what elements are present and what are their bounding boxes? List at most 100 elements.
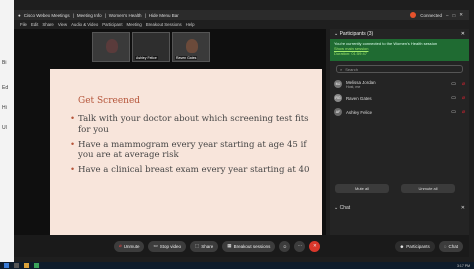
taskbar-app-icon[interactable] (34, 263, 39, 268)
participant-name: Ashley Felice (346, 109, 373, 115)
participant-name: Melissa Jordan (346, 79, 376, 85)
participant-info: Melissa Jordan Host, me (346, 80, 376, 89)
taskbar-app-icon[interactable] (24, 263, 29, 268)
menu-edit[interactable]: Edit (31, 22, 38, 27)
participants-title: Participants (3) (339, 31, 374, 37)
video-tile[interactable] (92, 32, 130, 62)
search-placeholder: Search (345, 66, 358, 72)
chat-header[interactable]: ⌄ Chat ✕ (330, 203, 469, 213)
reactions-button[interactable]: ☺ (279, 240, 291, 252)
close-icon: ✕ (312, 243, 317, 248)
more-icon: ⋯ (297, 243, 303, 248)
session-duration: Duration: 01:59:47 (334, 51, 367, 56)
video-icon: ▭ (153, 243, 158, 248)
more-options-button[interactable]: ⋯ (294, 240, 306, 252)
avatar: AF (334, 108, 342, 116)
video-tile[interactable]: Ashley Felice (132, 32, 170, 62)
hide-menu-bar-tab[interactable]: Hide Menu Bar (149, 13, 179, 18)
share-icon: ⬚ (195, 243, 200, 248)
participant-name: Raven Gates (346, 95, 372, 101)
slide-bullet: Have a clinical breast exam every year s… (70, 165, 316, 176)
slide-bullet: Talk with your doctor about which screen… (70, 114, 316, 136)
maximize-icon[interactable]: □ (453, 13, 456, 18)
participant-row[interactable]: RG Raven Gates ▭ ⌀ (330, 91, 469, 105)
menu-help[interactable]: Help (186, 22, 195, 27)
participants-label: Participants (406, 243, 430, 249)
avatar: MJ (334, 80, 342, 88)
search-icon: ⌕ (340, 66, 343, 72)
leave-meeting-button[interactable]: ✕ (309, 240, 321, 252)
people-icon: ☻ (399, 243, 405, 249)
start-icon[interactable] (4, 263, 9, 268)
minimize-icon[interactable]: – (446, 13, 449, 18)
chat-title: Chat (339, 205, 351, 211)
menu-file[interactable]: File (20, 22, 27, 27)
camera-icon[interactable]: ▭ (451, 109, 456, 115)
background-letter: Ed (2, 85, 9, 91)
mute-all-button[interactable]: Mute all (335, 184, 389, 193)
share-label: Share (201, 243, 214, 249)
background-letter: Hi (2, 105, 7, 111)
os-taskbar: 3:17 PM (0, 262, 474, 269)
video-name: Raven Gates (175, 56, 198, 60)
background-letter: Bi (2, 60, 7, 66)
mic-muted-icon[interactable]: ⌀ (462, 81, 465, 87)
close-icon[interactable]: ✕ (461, 31, 465, 37)
mic-muted-icon[interactable]: ⌀ (462, 109, 465, 115)
unmute-label: Unmute (123, 243, 140, 249)
participant-row[interactable]: MJ Melissa Jordan Host, me ▭ ⌀ (330, 77, 469, 91)
title-tab[interactable]: Cisco Webex Meetings (24, 13, 70, 18)
taskbar-clock: 3:17 PM (456, 263, 470, 268)
unmute-all-button[interactable]: Unmute all (401, 184, 455, 193)
participants-toggle-button[interactable]: ☻ Participants (394, 240, 435, 252)
participant-role: Host, me (346, 84, 361, 89)
slide-title: Get Screened (78, 96, 141, 106)
breakout-sessions-button[interactable]: ▦ Breakout sessions (222, 240, 276, 252)
menu-bar: File Edit Share View Audio & Video Parti… (14, 20, 469, 29)
session-tab[interactable]: Women's Health (109, 13, 142, 18)
video-name: Ashley Felice (135, 56, 158, 60)
title-bar: ● Cisco Webex Meetings | Meeting Info | … (14, 10, 469, 20)
menu-view[interactable]: View (58, 22, 67, 27)
chat-label: Chat (448, 243, 458, 249)
camera-icon[interactable]: ▭ (451, 81, 456, 87)
smiley-icon: ☺ (282, 243, 288, 249)
taskbar-app-icon[interactable] (14, 263, 19, 268)
menu-audio-video[interactable]: Audio & Video (71, 22, 98, 27)
participant-video (106, 39, 118, 53)
unmute-button[interactable]: ⌀ Unmute (114, 240, 145, 252)
connection-status[interactable]: Connected (420, 13, 442, 18)
close-icon[interactable]: ✕ (459, 12, 463, 18)
participant-row[interactable]: AF Ashley Felice ▭ ⌀ (330, 105, 469, 119)
camera-icon[interactable]: ▭ (451, 95, 456, 101)
meeting-toolbar: ⌀ Unmute ▭ Stop video ⬚ Share ▦ Breakout… (14, 235, 469, 257)
shared-slide: Get Screened Talk with your doctor about… (50, 69, 322, 239)
slide-bullet: Have a mammogram every year starting at … (70, 140, 316, 162)
slide-bullets: Talk with your doctor about which screen… (70, 114, 316, 180)
background-letter: Ul (2, 125, 7, 131)
close-icon[interactable]: ✕ (461, 205, 465, 211)
breakout-label: Breakout sessions (233, 243, 271, 249)
mic-muted-icon: ⌀ (119, 243, 122, 248)
menu-participant[interactable]: Participant (102, 22, 122, 27)
breakout-notice: You're currently connected to the Women'… (330, 39, 469, 61)
meeting-info-tab[interactable]: Meeting Info (77, 13, 102, 18)
participant-actions: Mute all Unmute all (335, 184, 455, 193)
share-button[interactable]: ⬚ Share (190, 240, 219, 252)
video-tile[interactable]: Raven Gates (172, 32, 210, 62)
stop-video-button[interactable]: ▭ Stop video (148, 240, 187, 252)
stop-video-label: Stop video (159, 243, 182, 249)
mic-muted-icon[interactable]: ⌀ (462, 95, 465, 101)
participants-panel: ⌄ Participants (3) ✕ You're currently co… (330, 29, 469, 253)
menu-meeting[interactable]: Meeting (127, 22, 142, 27)
participant-search[interactable]: ⌕ Search (336, 65, 463, 73)
connection-status-icon (410, 12, 417, 18)
chat-icon: ◌ (443, 243, 447, 249)
menu-breakout[interactable]: Breakout Sessions (146, 22, 182, 27)
meeting-stage: Ashley Felice Raven Gates Get Screened T… (14, 29, 326, 239)
menu-share[interactable]: Share (42, 22, 53, 27)
avatar: RG (334, 94, 342, 102)
participants-header[interactable]: ⌄ Participants (3) ✕ (330, 29, 469, 39)
participant-video (186, 39, 198, 53)
chat-toggle-button[interactable]: ◌ Chat (438, 240, 463, 252)
